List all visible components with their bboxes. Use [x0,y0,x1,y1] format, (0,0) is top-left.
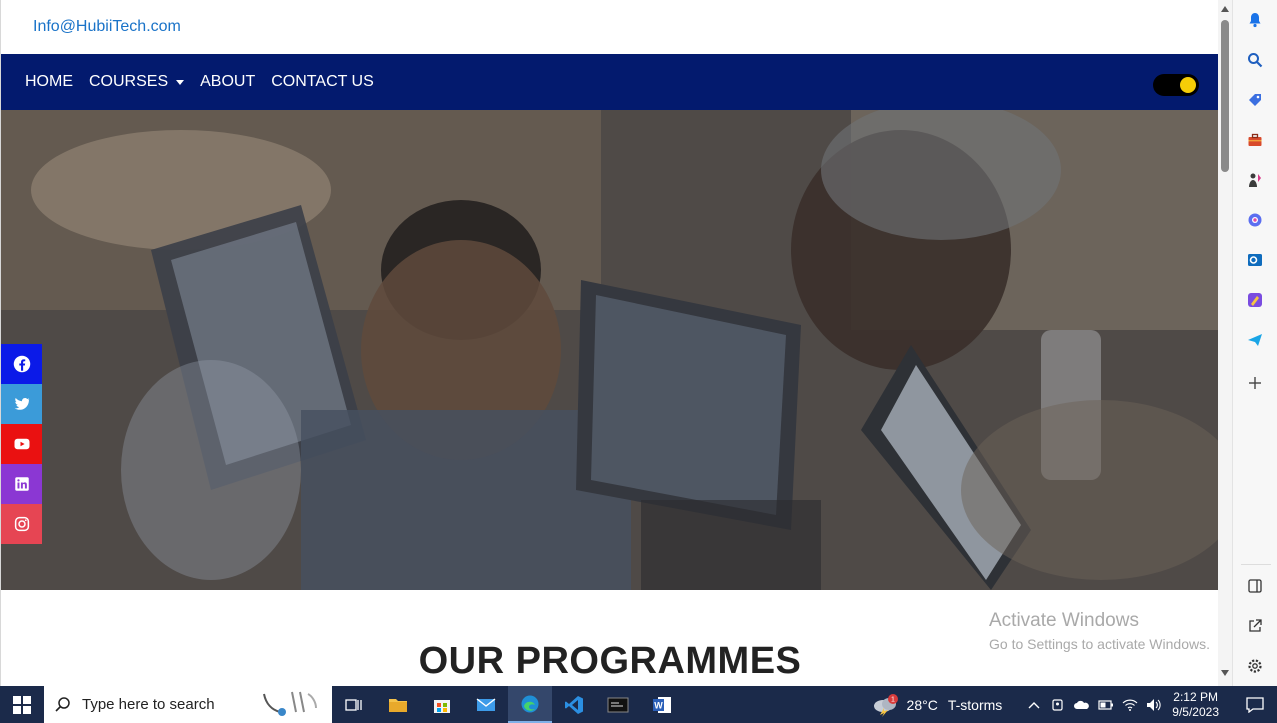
games-icon[interactable] [1245,170,1265,190]
nav-contact-us[interactable]: CONTACT US [271,73,374,91]
twitter-icon [14,398,30,410]
search-icon[interactable] [1245,50,1265,70]
scroll-up-icon[interactable] [1221,6,1229,12]
hero-image [1,110,1218,590]
watermark-line2: Go to Settings to activate Windows. [989,636,1210,652]
instagram-icon [14,516,29,532]
search-highlight-illustration [263,691,317,716]
edge-button[interactable] [508,686,552,723]
terminal-button[interactable] [596,686,640,723]
start-button[interactable] [0,686,44,723]
taskbar-clock[interactable]: 2:12 PM 9/5/2023 [1172,690,1219,720]
meet-now-icon[interactable] [1046,686,1070,723]
youtube-icon [14,438,29,450]
edge-icon [521,695,539,712]
weather-alert-count: 1 [891,696,895,703]
word-button[interactable]: W [640,686,684,723]
add-icon[interactable] [1245,373,1265,393]
mail-icon [476,697,496,711]
watermark-line1: Activate Windows [989,610,1139,631]
volume-icon[interactable] [1142,686,1166,723]
gear-icon[interactable] [1245,656,1265,676]
scroll-down-icon[interactable] [1221,670,1229,676]
weather-temp: 28°C [906,696,938,713]
clock-time: 2:12 PM [1173,689,1218,704]
windows-taskbar: Type here to search W 1 28°C T-storms 2:… [0,686,1277,723]
nav-courses[interactable]: COURSES [89,73,185,91]
instagram-button[interactable] [1,504,42,544]
nav-contact-label: CONTACT US [271,73,374,90]
caret-down-icon [176,79,185,85]
clock-date: 9/5/2023 [1172,704,1219,719]
scroll-thumb[interactable] [1221,20,1229,172]
notification-center-icon[interactable] [1233,686,1277,723]
linkedin-button[interactable] [1,464,42,504]
windows-logo-icon [13,695,31,714]
storm-cloud-icon: 1 [873,693,898,717]
nav-courses-label: COURSES [89,73,169,90]
facebook-button[interactable] [1,344,42,384]
terminal-icon [607,697,629,712]
task-view-icon [345,698,362,711]
youtube-button[interactable] [1,424,42,464]
mail-button[interactable] [464,686,508,723]
task-view-button[interactable] [332,686,376,723]
onedrive-cloud-icon[interactable] [1070,686,1094,723]
wifi-icon[interactable] [1118,686,1142,723]
linkedin-icon [14,477,29,491]
outlook-icon[interactable] [1245,250,1265,270]
vscode-icon [565,695,583,714]
store-button[interactable] [420,686,464,723]
hero-photo-illustration [1,110,1218,590]
folder-icon [389,698,407,712]
twitter-button[interactable] [1,384,42,424]
send-icon[interactable] [1245,330,1265,350]
toolbox-icon[interactable] [1245,130,1265,150]
browser-sidebar [1232,0,1277,686]
theme-toggle[interactable] [1153,74,1199,96]
facebook-icon [13,355,30,373]
taskbar-search-box[interactable]: Type here to search [44,686,332,723]
sidebar-divider [1241,564,1271,565]
nav-home-label: HOME [25,73,73,90]
copilot-icon[interactable] [1245,210,1265,230]
word-icon: W [653,696,671,713]
chevron-up-icon[interactable] [1022,686,1046,723]
vscode-button[interactable] [552,686,596,723]
activate-windows-watermark: Activate Windows Go to Settings to activ… [989,610,1210,652]
weather-widget[interactable]: 1 28°C T-storms [871,693,1003,717]
designer-icon[interactable] [1245,290,1265,310]
toggle-knob [1180,77,1196,93]
shopping-tag-icon[interactable] [1245,90,1265,110]
nav-home[interactable]: HOME [25,73,73,91]
nav-about-label: ABOUT [200,73,256,90]
open-external-icon[interactable] [1245,616,1265,636]
page-scrollbar[interactable] [1218,0,1232,686]
split-view-icon[interactable] [1245,576,1265,596]
battery-icon[interactable] [1094,686,1118,723]
bell-icon[interactable] [1245,10,1265,30]
top-contact-bar: Info@HubiiTech.com [1,0,1218,54]
nav-about[interactable]: ABOUT [200,73,255,91]
weather-condition: T-storms [947,696,1003,713]
store-icon [434,699,450,713]
search-icon [55,696,70,712]
main-navbar: HOME COURSES ABOUT CONTACT US [1,54,1218,110]
system-tray: 1 28°C T-storms 2:12 PM 9/5/2023 [871,686,1277,723]
webpage: Info@HubiiTech.com HOME COURSES ABOUT CO… [0,0,1218,686]
file-explorer-button[interactable] [376,686,420,723]
search-placeholder: Type here to search [82,696,215,713]
contact-email-link[interactable]: Info@HubiiTech.com [33,18,181,36]
svg-text:W: W [654,700,663,710]
